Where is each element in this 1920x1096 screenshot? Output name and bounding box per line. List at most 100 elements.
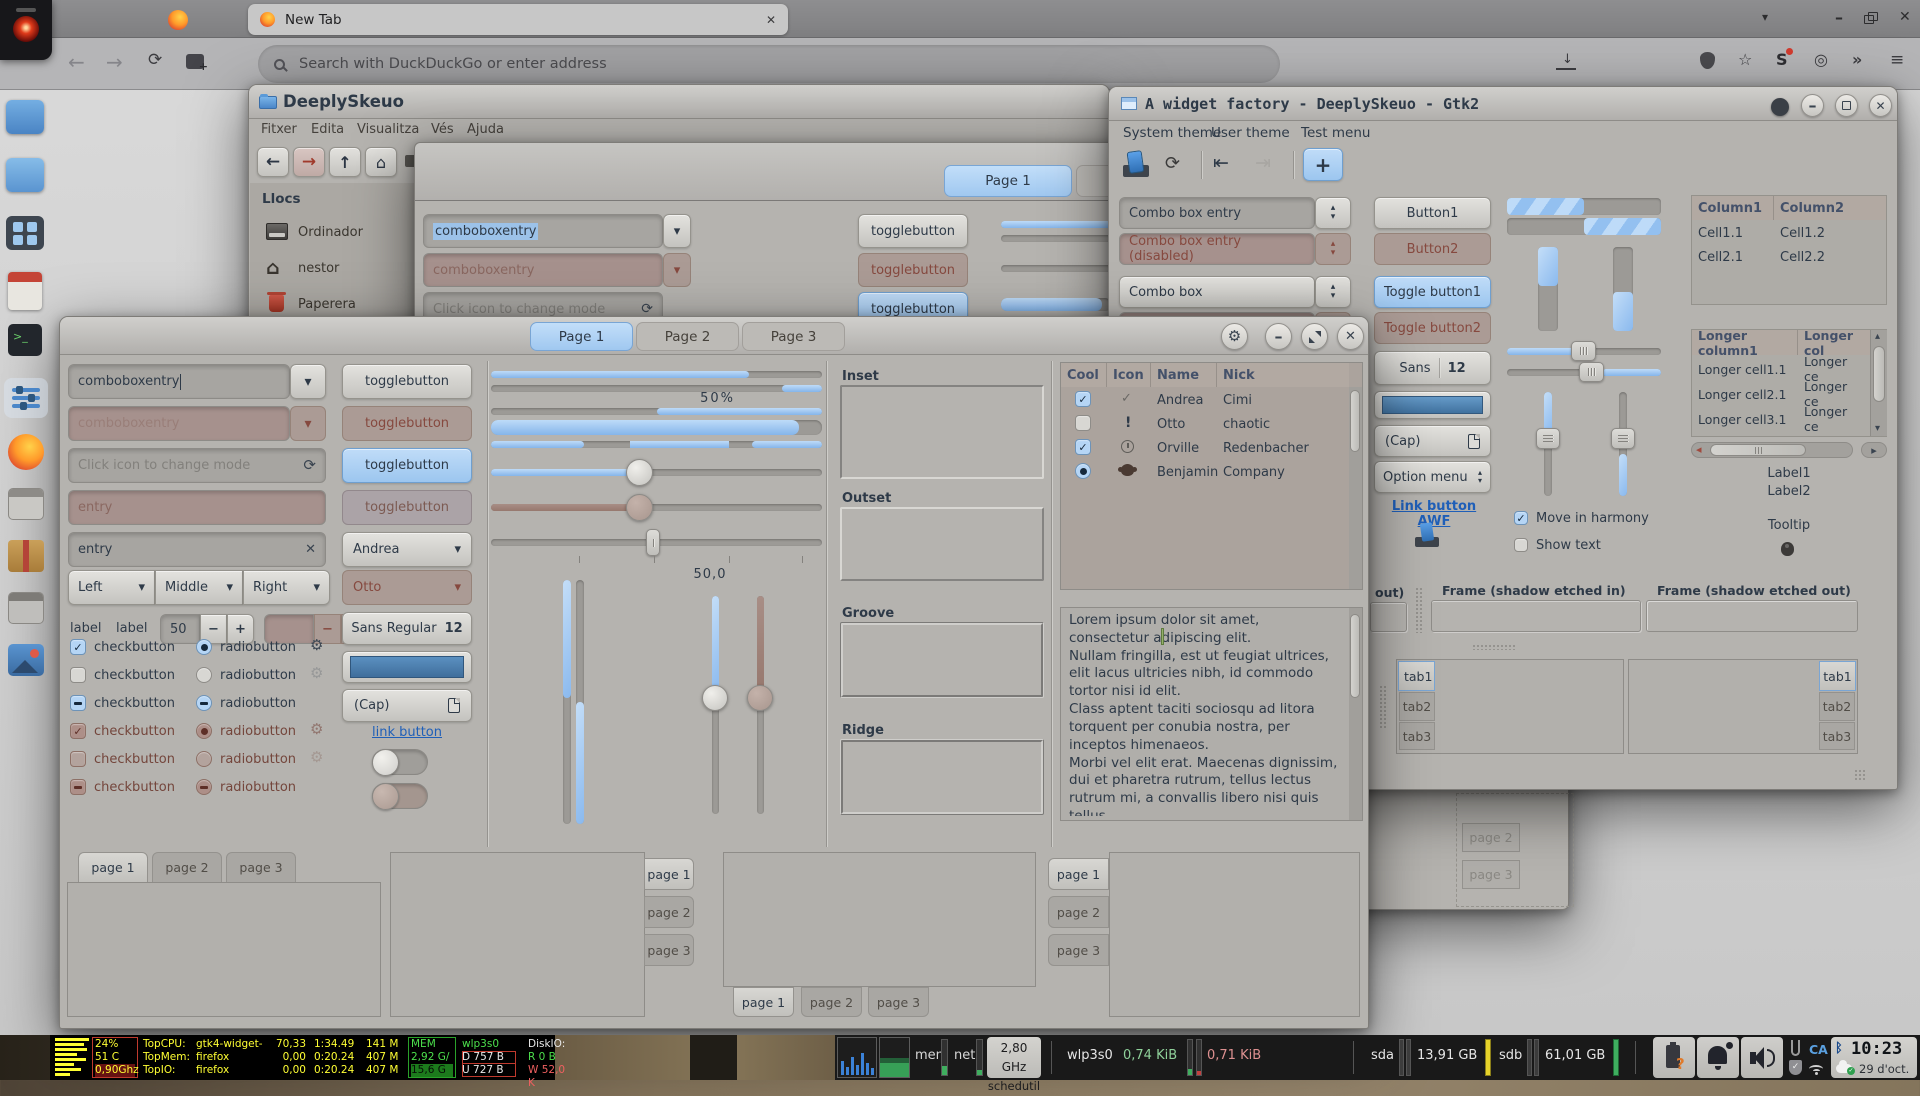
gtk4-combo-arrow-button[interactable] <box>663 214 691 248</box>
menu-view[interactable]: Visualitza <box>357 122 419 137</box>
url-bar[interactable]: Search with DuckDuckGo or enter address <box>258 45 1280 83</box>
gtk2-tab2[interactable]: tab2 <box>1819 692 1855 721</box>
table-cell[interactable]: Longer ce <box>1798 357 1870 381</box>
font-button[interactable]: Sans Regular12 <box>342 612 472 645</box>
gtk2-tab3[interactable]: tab3 <box>1399 722 1435 750</box>
tree-cell-name[interactable]: Andrea <box>1151 390 1209 410</box>
menu-go[interactable]: Vés <box>431 122 454 137</box>
gtk2-combo-box-entry[interactable]: Combo box entry <box>1119 197 1315 229</box>
paned-handle-vertical[interactable] <box>1379 685 1386 729</box>
main-tab-page2[interactable]: Page 2 <box>636 322 739 351</box>
paned-handle-horizontal[interactable] <box>1472 644 1516 650</box>
row-checkbox[interactable] <box>1075 391 1091 407</box>
clear-icon[interactable] <box>305 543 316 556</box>
table-cell[interactable]: Longer ce <box>1798 407 1870 431</box>
menu-system-theme[interactable]: System theme <box>1123 125 1221 141</box>
close-button[interactable] <box>1869 94 1892 117</box>
bookmark-star-icon[interactable]: ☆ <box>1738 50 1752 69</box>
checkbutton-checked[interactable] <box>70 639 86 655</box>
gtk2-font-button[interactable]: Sans12 <box>1374 351 1491 385</box>
menu-user-theme[interactable]: User theme <box>1211 125 1290 141</box>
firefox-home-button[interactable] <box>160 6 196 33</box>
table-cell[interactable]: Longer ce <box>1798 382 1870 406</box>
window-restore-button[interactable] <box>1864 12 1880 26</box>
open-button[interactable] <box>1121 151 1153 179</box>
overflow-chevron-icon[interactable]: » <box>1852 50 1862 69</box>
hscale-3-knob[interactable] <box>646 529 660 556</box>
notifications-tray-button[interactable] <box>1697 1037 1739 1078</box>
tree-header-cool[interactable]: Cool <box>1061 363 1107 387</box>
tree-cell-name[interactable]: Otto <box>1151 414 1191 434</box>
notebook-top-tab-page2[interactable]: page 2 <box>152 852 222 883</box>
nav-home-button[interactable]: ⌂ <box>365 147 397 177</box>
vscale-1-handle[interactable] <box>1536 428 1560 449</box>
notebook-right-tab-page3[interactable]: page 3 <box>644 934 694 966</box>
nav-up-button[interactable]: ↑ <box>329 147 361 177</box>
menu-test-menu[interactable]: Test menu <box>1301 125 1370 141</box>
menu-gear-button[interactable] <box>1221 323 1248 350</box>
notebook-left-tab-page3[interactable]: page 3 <box>1048 934 1109 966</box>
dock-folder-icon[interactable] <box>6 100 44 134</box>
textview[interactable]: Lorem ipsum dolor sit amet, consectetur … <box>1060 607 1363 821</box>
tab-close-icon[interactable] <box>766 14 776 26</box>
menu-icon[interactable]: ≡ <box>1890 50 1904 70</box>
volume-tray-button[interactable] <box>1741 1037 1783 1078</box>
notebook-right-tab-page1[interactable]: page 1 <box>644 858 694 890</box>
notebook-bottom-tab-page3[interactable]: page 3 <box>868 987 929 1017</box>
color-button[interactable] <box>342 651 472 683</box>
dock-window-icon-2[interactable] <box>8 592 44 624</box>
gtk2-file-button[interactable]: (Cap) <box>1374 425 1491 457</box>
notebook-top-tab-page3[interactable]: page 3 <box>226 852 296 883</box>
checkbutton-mixed[interactable] <box>70 695 86 711</box>
nav-back-button[interactable]: ← <box>257 147 289 177</box>
gtk2-option-menu[interactable]: Option menu <box>1374 461 1491 493</box>
gtk4-ghost-tab-page3[interactable]: page 3 <box>1462 860 1520 889</box>
reload-button[interactable] <box>148 52 162 69</box>
dock-firefox-icon[interactable] <box>8 434 44 470</box>
combo-right[interactable]: Right <box>243 570 330 605</box>
gtk4-ghost-tab-page2[interactable]: page 2 <box>1462 823 1520 852</box>
combo-middle[interactable]: Middle <box>155 570 243 605</box>
minimize-button[interactable]: – <box>1801 94 1824 117</box>
row-checkbox[interactable] <box>1075 415 1091 431</box>
browser-tab[interactable]: New Tab <box>248 4 788 35</box>
row-radiobutton[interactable] <box>1075 463 1091 479</box>
switch-off[interactable] <box>372 749 428 775</box>
togglebutton-normal[interactable]: togglebutton <box>342 364 472 399</box>
textview-scrollbar[interactable] <box>1349 608 1362 820</box>
scroll-right-button[interactable] <box>1861 442 1887 458</box>
window-minimize-button[interactable]: – <box>1826 8 1852 30</box>
column-header[interactable]: Longer col <box>1798 330 1870 355</box>
gtk2-combo-entry-spinner[interactable] <box>1315 197 1351 229</box>
notebook-bottom-tab-page2[interactable]: page 2 <box>801 987 862 1017</box>
close-button[interactable] <box>1337 323 1364 350</box>
tree-cell-name[interactable]: Orville <box>1151 438 1205 458</box>
hscale-1[interactable] <box>491 469 822 476</box>
checkbutton-unchecked[interactable] <box>70 667 86 683</box>
back-button[interactable]: ← <box>68 50 85 74</box>
hscale-1-knob[interactable] <box>626 459 653 486</box>
vertical-scrollbar[interactable] <box>1870 330 1887 436</box>
gear-icon[interactable] <box>310 638 323 653</box>
mode-entry[interactable]: Click icon to change mode <box>68 448 326 483</box>
comboboxentry[interactable]: comboboxentry <box>68 364 290 399</box>
notebook-bottom-tab-page1[interactable]: page 1 <box>733 987 794 1017</box>
keyboard-layout[interactable]: CA <box>1809 1042 1828 1057</box>
gtk2-color-button[interactable] <box>1374 391 1491 419</box>
radiobutton-unchecked[interactable] <box>196 667 212 683</box>
scroll-left-icon[interactable] <box>1696 444 1702 455</box>
main-tab-page1[interactable]: Page 1 <box>530 322 633 351</box>
tree-cell-name[interactable]: Benjamin <box>1151 462 1224 482</box>
refresh-icon[interactable] <box>303 458 316 473</box>
hscale-1-handle[interactable] <box>1571 341 1596 361</box>
table-cell[interactable]: Cell2.1 <box>1692 246 1774 268</box>
window-close-button[interactable] <box>1899 10 1919 24</box>
sidebar-item-computer[interactable]: Ordinador <box>250 217 415 249</box>
gtk2-toggle-button1[interactable]: Toggle button1 <box>1374 276 1491 308</box>
save-page-icon[interactable]: ↓ <box>1556 52 1576 70</box>
add-button[interactable]: + <box>1303 148 1343 181</box>
horizontal-scrollbar[interactable] <box>1691 442 1853 458</box>
gtk4-comboboxentry[interactable]: comboboxentry <box>423 214 663 248</box>
tab-list-button[interactable] <box>1752 10 1778 30</box>
tree-cell-nick[interactable]: Company <box>1217 462 1291 482</box>
